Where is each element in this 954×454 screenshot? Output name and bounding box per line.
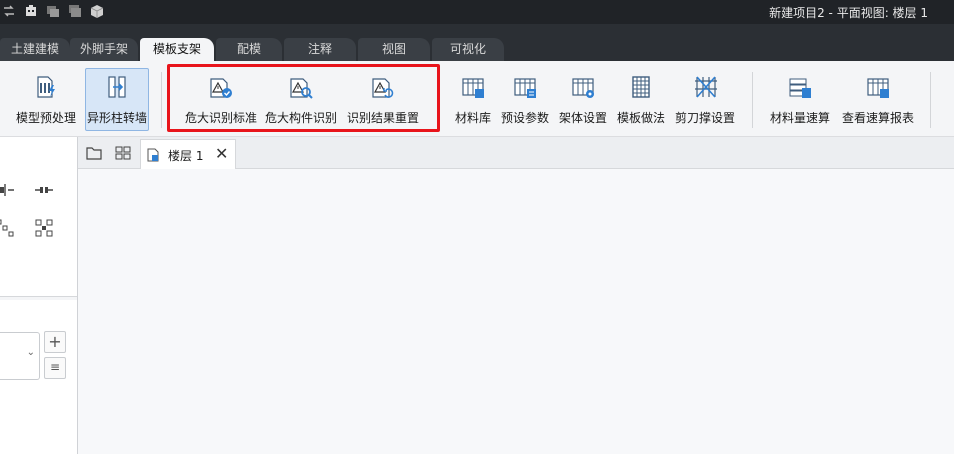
ribbon-panel: 模型预处理 异形柱转墙 危大识别标准 危大构件识别 识别结果重置 材料库 预设参… [0, 61, 954, 137]
structure-icon[interactable] [24, 4, 38, 18]
ribbon-separator [752, 72, 753, 128]
document-tab-bar: 楼层 1 ✕ [78, 137, 954, 169]
material-quick-calc-button[interactable]: 材料量速算 [767, 69, 833, 129]
folder-icon[interactable] [85, 145, 103, 161]
formwork-grid-icon [625, 71, 657, 103]
model-preprocess-button[interactable]: 模型预处理 [12, 69, 80, 129]
floor-plan-icon [145, 147, 161, 163]
warning-search-icon [285, 71, 317, 103]
scissor-brace-button[interactable]: 剪刀撑设置 [673, 69, 737, 129]
app-window: 新建项目2 - 平面视图: 楼层 1 土建建模 外脚手架 模板支架 配模 注释 … [0, 0, 954, 454]
frame-gear-icon [567, 71, 599, 103]
preset-params-button[interactable]: 预设参数 [499, 69, 551, 129]
node-cluster-icon[interactable] [0, 217, 16, 239]
settings-list-button[interactable]: ≡ [44, 357, 66, 379]
scissor-brace-icon [689, 71, 721, 103]
ribbon-separator [930, 72, 931, 128]
column-wall-icon [101, 71, 133, 103]
irregular-column-to-wall-button[interactable]: 异形柱转墙 [85, 68, 149, 131]
ribbon-separator [161, 72, 162, 128]
title-bar: 新建项目2 - 平面视图: 楼层 1 [0, 0, 954, 24]
tab-visualization[interactable]: 可视化 [432, 38, 504, 61]
frame-settings-button[interactable]: 架体设置 [556, 69, 610, 129]
tab-view[interactable]: 视图 [358, 38, 430, 61]
swap-icon[interactable] [2, 4, 16, 18]
property-panel: ⌄ + ≡ [0, 300, 77, 454]
material-library-button[interactable]: 材料库 [450, 69, 496, 129]
ribbon-tab-strip: 土建建模 外脚手架 模板支架 配模 注释 视图 可视化 [0, 24, 954, 61]
danger-standard-button[interactable]: 危大识别标准 [183, 69, 259, 129]
window-title: 新建项目2 - 平面视图: 楼层 1 [769, 6, 928, 20]
stack-icon[interactable] [68, 4, 82, 18]
reset-result-button[interactable]: 识别结果重置 [345, 69, 421, 129]
close-icon[interactable]: ✕ [215, 144, 228, 163]
left-tool-grid [0, 137, 77, 297]
type-dropdown[interactable]: ⌄ [0, 332, 40, 380]
warning-check-icon [205, 71, 237, 103]
grid-view-icon[interactable] [114, 145, 132, 161]
chevron-down-icon: ⌄ [26, 347, 35, 358]
split-icon[interactable] [33, 179, 55, 201]
cube-icon[interactable] [90, 4, 104, 18]
tab-civil-modeling[interactable]: 土建建模 [0, 38, 70, 61]
warning-reset-icon [367, 71, 399, 103]
document-tab-floor-1[interactable]: 楼层 1 ✕ [140, 139, 236, 169]
report-icon [862, 71, 894, 103]
drawing-canvas[interactable] [78, 169, 954, 454]
formwork-method-button[interactable]: 模板做法 [614, 69, 668, 129]
align-icon[interactable] [0, 179, 16, 201]
add-button[interactable]: + [44, 331, 66, 353]
preset-params-icon [509, 71, 541, 103]
left-panel: ⌄ + ≡ [0, 137, 78, 454]
layers-icon[interactable] [46, 4, 60, 18]
tab-formwork-support[interactable]: 模板支架 [140, 38, 214, 61]
calculator-stack-icon [784, 71, 816, 103]
node-grid-icon[interactable] [33, 217, 55, 239]
tab-annotation[interactable]: 注释 [284, 38, 356, 61]
view-quick-report-button[interactable]: 查看速算报表 [838, 69, 918, 129]
danger-component-button[interactable]: 危大构件识别 [263, 69, 339, 129]
tab-form-matching[interactable]: 配模 [216, 38, 282, 61]
model-preprocess-icon [30, 71, 62, 103]
quick-access-toolbar [2, 4, 104, 20]
tab-external-scaffold[interactable]: 外脚手架 [70, 38, 138, 61]
material-library-icon [457, 71, 489, 103]
